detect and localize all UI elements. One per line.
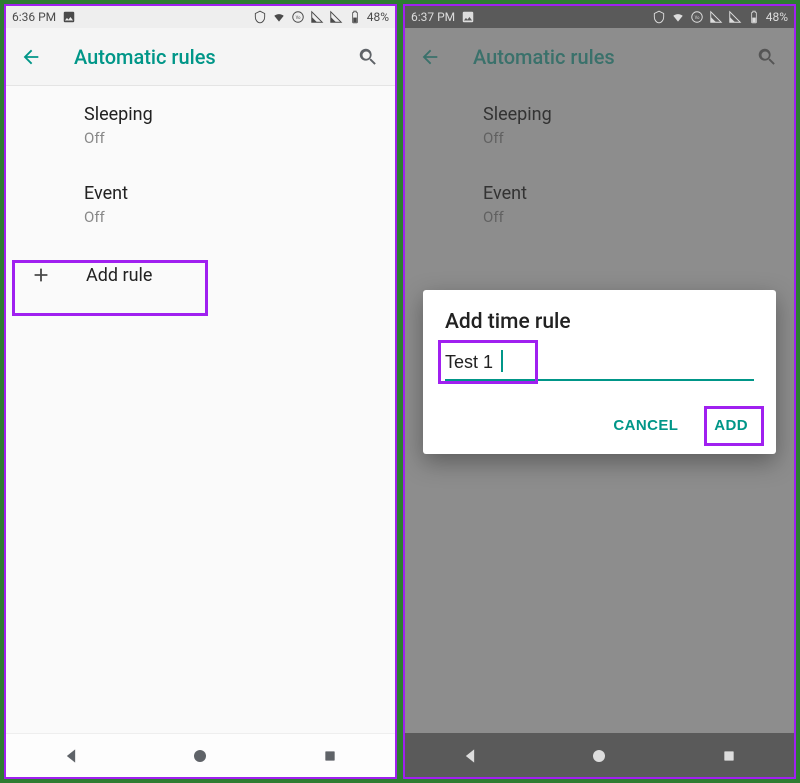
rule-item-sleeping[interactable]: Sleeping Off — [6, 86, 395, 165]
battery-icon — [348, 10, 362, 24]
wifi-icon — [272, 10, 286, 24]
signal-2-icon — [728, 10, 742, 24]
rule-status: Off — [84, 129, 379, 147]
nav-bar — [405, 733, 794, 777]
signal-1-icon — [709, 10, 723, 24]
app-bar: Automatic rules — [405, 28, 794, 86]
page-title: Automatic rules — [473, 45, 754, 69]
wifi-icon — [671, 10, 685, 24]
status-time: 6:37 PM — [411, 10, 455, 24]
arrow-left-icon — [419, 46, 441, 68]
battery-percent: 48% — [367, 10, 389, 24]
nav-home[interactable] — [586, 743, 612, 769]
phone-screenshot-right: 6:37 PM Vo 48% Automatic rules — [403, 4, 796, 779]
rule-item-event[interactable]: Event Off — [405, 165, 794, 244]
phone-screenshot-left: 6:36 PM Vo 48% Automatic rules — [4, 4, 397, 779]
rule-status: Off — [483, 208, 778, 226]
nav-recents[interactable] — [716, 743, 742, 769]
signal-1-icon — [310, 10, 324, 24]
text-caret — [501, 350, 503, 372]
volte-icon: Vo — [690, 10, 704, 24]
nav-home[interactable] — [187, 743, 213, 769]
search-button[interactable] — [355, 44, 381, 70]
rule-title: Sleeping — [84, 104, 379, 125]
screenshot-icon — [62, 10, 76, 24]
dialog-title: Add time rule — [445, 310, 754, 334]
page-title: Automatic rules — [74, 45, 355, 69]
cancel-button[interactable]: CANCEL — [607, 409, 684, 442]
back-button[interactable] — [419, 44, 445, 70]
nav-back[interactable] — [58, 743, 84, 769]
rules-list: Sleeping Off Event Off Add rule — [6, 86, 395, 733]
rule-name-input[interactable] — [445, 348, 754, 381]
search-icon — [357, 46, 379, 68]
nav-back[interactable] — [457, 743, 483, 769]
add-button[interactable]: ADD — [708, 409, 754, 442]
battery-percent: 48% — [766, 10, 788, 24]
svg-text:Vo: Vo — [295, 15, 301, 20]
rule-item-sleeping[interactable]: Sleeping Off — [405, 86, 794, 165]
rule-title: Sleeping — [483, 104, 778, 125]
add-rule-label: Add rule — [86, 265, 152, 286]
search-icon — [756, 46, 778, 68]
add-rule-row[interactable]: Add rule — [6, 244, 395, 306]
rule-item-event[interactable]: Event Off — [6, 165, 395, 244]
rule-title: Event — [483, 183, 778, 204]
rule-status: Off — [483, 129, 778, 147]
signal-2-icon — [329, 10, 343, 24]
search-button[interactable] — [754, 44, 780, 70]
nav-recents[interactable] — [317, 743, 343, 769]
nfc-icon — [652, 10, 666, 24]
app-bar: Automatic rules — [6, 28, 395, 86]
plus-icon — [26, 260, 56, 290]
screenshot-icon — [461, 10, 475, 24]
nfc-icon — [253, 10, 267, 24]
status-time: 6:36 PM — [12, 10, 56, 24]
rule-title: Event — [84, 183, 379, 204]
arrow-left-icon — [20, 46, 42, 68]
status-bar: 6:36 PM Vo 48% — [6, 6, 395, 28]
svg-text:Vo: Vo — [694, 15, 700, 20]
rule-status: Off — [84, 208, 379, 226]
back-button[interactable] — [20, 44, 46, 70]
nav-bar — [6, 733, 395, 777]
dual-screenshot-container: 6:36 PM Vo 48% Automatic rules — [0, 0, 800, 783]
battery-icon — [747, 10, 761, 24]
status-bar: 6:37 PM Vo 48% — [405, 6, 794, 28]
add-time-rule-dialog: Add time rule CANCEL ADD — [423, 290, 776, 454]
volte-icon: Vo — [291, 10, 305, 24]
